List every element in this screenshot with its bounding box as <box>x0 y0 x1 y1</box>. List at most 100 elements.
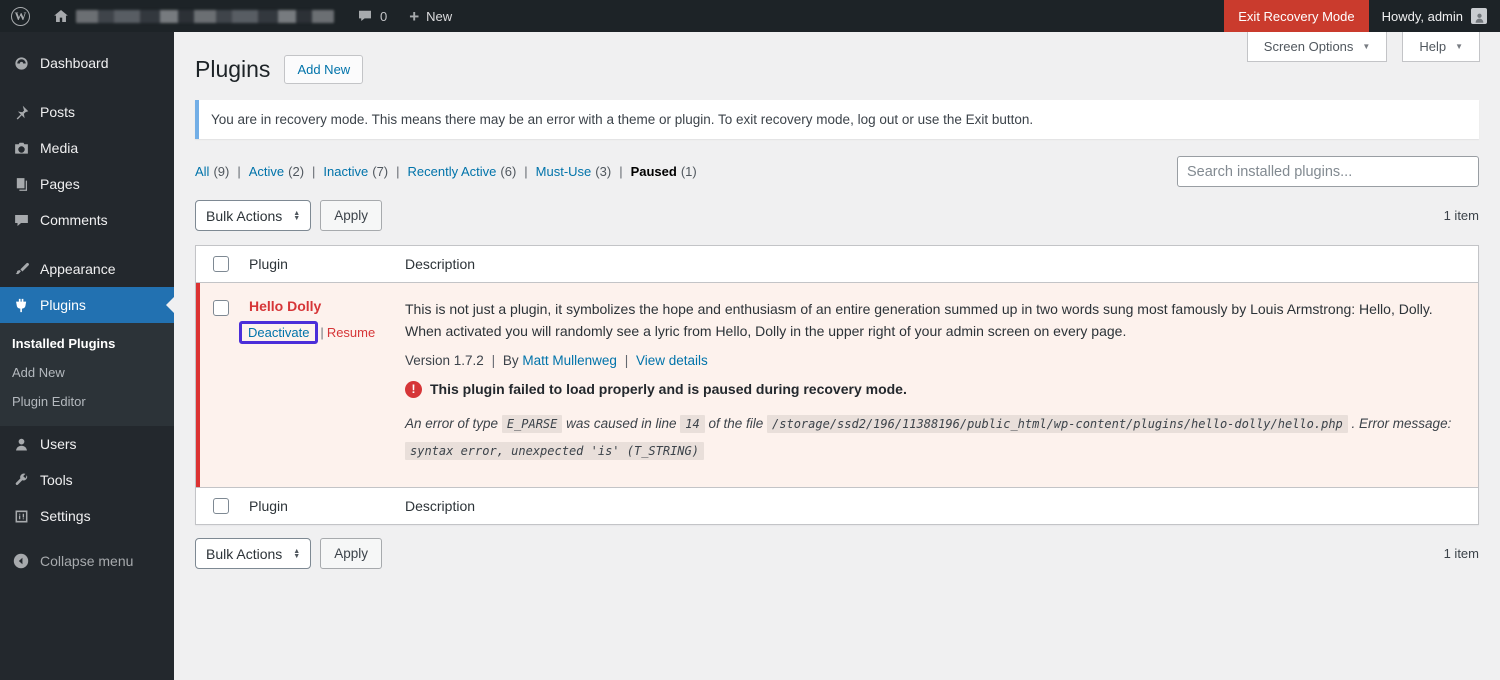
sidebar-item-label: Media <box>40 140 79 156</box>
meta-separator: | <box>624 352 629 368</box>
screen-options-label: Screen Options <box>1263 39 1354 54</box>
filter-inactive[interactable]: Inactive (7) <box>323 164 388 179</box>
wordpress-logo-menu[interactable]: W <box>0 0 41 32</box>
filter-count: (6) <box>500 164 517 179</box>
settings-icon <box>11 506 31 526</box>
collapse-menu-button[interactable]: Collapse menu <box>0 543 174 579</box>
filter-separator: | <box>396 164 400 179</box>
new-label: New <box>426 8 453 24</box>
bulk-actions-select[interactable]: Bulk Actions ▲ ▼ <box>195 200 312 231</box>
screen-options-button[interactable]: Screen Options ▼ <box>1246 32 1388 62</box>
filter-must-use[interactable]: Must-Use (3) <box>536 164 612 179</box>
sidebar-item-dashboard[interactable]: Dashboard <box>0 45 174 81</box>
comment-bubble-icon <box>356 8 373 25</box>
error-text: was caused in line <box>566 415 677 431</box>
comments-icon <box>11 210 31 230</box>
error-file-path-code: /storage/ssd2/196/11388196/public_html/w… <box>767 414 1348 433</box>
sidebar-item-label: Comments <box>40 212 108 228</box>
plugins-table: Plugin Description Hello Dolly Deactivat… <box>195 245 1479 526</box>
plugin-status-filters: All (9) | Active (2) | Inactive (7) | Re… <box>195 164 697 179</box>
deactivate-link[interactable]: Deactivate <box>248 325 309 340</box>
sidebar-item-plugins[interactable]: Plugins <box>0 287 174 323</box>
sidebar-item-label: Settings <box>40 508 91 524</box>
footer-column-description[interactable]: Description <box>405 498 1478 514</box>
plugin-name: Hello Dolly <box>249 298 322 314</box>
filter-link[interactable]: Inactive <box>323 164 368 179</box>
submenu-installed-plugins[interactable]: Installed Plugins <box>0 329 174 358</box>
filter-link[interactable]: Paused <box>631 164 677 179</box>
filter-count: (1) <box>680 164 697 179</box>
sidebar-item-settings[interactable]: Settings <box>0 498 174 534</box>
bulk-actions-select-bottom[interactable]: Bulk Actions ▲ ▼ <box>195 538 312 570</box>
footer-column-plugin[interactable]: Plugin <box>249 498 405 514</box>
resume-link[interactable]: Resume <box>327 325 375 340</box>
view-details-link[interactable]: View details <box>636 353 708 368</box>
comments-menu[interactable]: 0 <box>345 0 398 32</box>
site-name-menu[interactable] <box>41 0 345 32</box>
paused-notice: ! This plugin failed to load properly an… <box>405 380 1453 398</box>
apply-button-bottom[interactable]: Apply <box>320 538 382 570</box>
sidebar-item-label: Appearance <box>40 261 116 277</box>
row-actions: Deactivate | Resume <box>239 321 405 344</box>
sidebar-item-label: Tools <box>40 472 73 488</box>
filter-link[interactable]: Recently Active <box>408 164 497 179</box>
help-button[interactable]: Help ▼ <box>1402 32 1480 62</box>
help-label: Help <box>1419 39 1447 54</box>
filter-separator: | <box>524 164 528 179</box>
wordpress-logo-icon: W <box>11 6 30 26</box>
plugin-row-hello-dolly: Hello Dolly Deactivate | Resume This is … <box>196 283 1478 488</box>
account-menu[interactable]: Howdy, admin <box>1369 0 1500 32</box>
filter-separator: | <box>619 164 623 179</box>
avatar <box>1471 8 1487 24</box>
filter-count: (9) <box>213 164 230 179</box>
sidebar-separator <box>0 238 174 251</box>
table-footer-row: Plugin Description <box>196 487 1478 524</box>
tablenav-top: Bulk Actions ▲ ▼ Apply 1 item <box>195 200 1479 231</box>
page-wrap: Plugins Add New You are in recovery mode… <box>174 32 1500 570</box>
filter-link[interactable]: Must-Use <box>536 164 592 179</box>
sidebar-item-users[interactable]: Users <box>0 426 174 462</box>
new-content-menu[interactable]: + New <box>398 0 463 32</box>
select-all-checkbox[interactable] <box>213 256 229 272</box>
admin-sidebar: Dashboard Posts Media Pages Comments App… <box>0 32 174 680</box>
filter-recently-active[interactable]: Recently Active (6) <box>408 164 517 179</box>
select-all-checkbox-bottom[interactable] <box>213 498 229 515</box>
apply-button[interactable]: Apply <box>320 200 382 231</box>
sidebar-item-appearance[interactable]: Appearance <box>0 251 174 287</box>
column-header-description[interactable]: Description <box>405 256 1478 272</box>
sidebar-item-label: Plugins <box>40 297 86 313</box>
wrench-icon <box>11 470 31 490</box>
sidebar-separator <box>0 81 174 94</box>
row-checkbox-cell <box>196 298 249 316</box>
deactivate-highlight-box: Deactivate <box>239 321 319 344</box>
media-icon <box>11 138 31 158</box>
submenu-add-new[interactable]: Add New <box>0 358 174 387</box>
filter-active[interactable]: Active (2) <box>249 164 304 179</box>
bulk-actions-selected-value: Bulk Actions <box>206 545 283 562</box>
add-new-button[interactable]: Add New <box>284 55 364 84</box>
sidebar-item-label: Pages <box>40 176 80 192</box>
sidebar-item-posts[interactable]: Posts <box>0 94 174 130</box>
sidebar-item-tools[interactable]: Tools <box>0 462 174 498</box>
error-text: of the file <box>708 415 764 431</box>
filter-link[interactable]: All <box>195 164 209 179</box>
filter-separator: | <box>237 164 241 179</box>
search-input[interactable] <box>1177 156 1479 187</box>
author-link[interactable]: Matt Mullenweg <box>522 353 617 368</box>
submenu-plugin-editor[interactable]: Plugin Editor <box>0 387 174 416</box>
sidebar-item-comments[interactable]: Comments <box>0 202 174 238</box>
filter-all[interactable]: All (9) <box>195 164 229 179</box>
bulk-actions-group-bottom: Bulk Actions ▲ ▼ Apply <box>195 538 382 570</box>
filter-count: (7) <box>372 164 389 179</box>
plugin-description-cell: This is not just a plugin, it symbolizes… <box>405 298 1478 465</box>
row-checkbox[interactable] <box>213 300 229 316</box>
site-name-redacted <box>76 9 334 23</box>
sidebar-item-pages[interactable]: Pages <box>0 166 174 202</box>
dashboard-icon <box>11 53 31 73</box>
table-header-row: Plugin Description <box>196 246 1478 283</box>
filter-paused[interactable]: Paused (1) <box>631 164 697 179</box>
sidebar-item-media[interactable]: Media <box>0 130 174 166</box>
column-header-plugin[interactable]: Plugin <box>249 256 405 272</box>
exit-recovery-mode-button[interactable]: Exit Recovery Mode <box>1224 0 1369 32</box>
filter-link[interactable]: Active <box>249 164 284 179</box>
